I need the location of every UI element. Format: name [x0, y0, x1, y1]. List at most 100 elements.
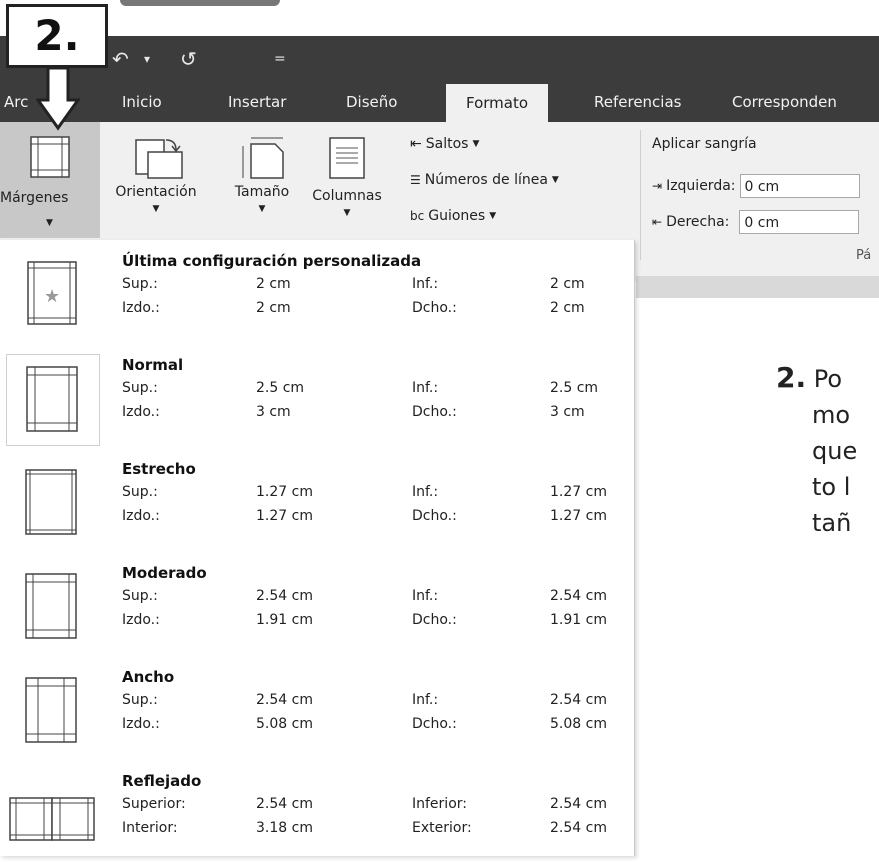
margin-option-custom[interactable]: ★ Última configuración personalizada Sup…: [0, 242, 634, 342]
indent-left-label: Izquierda:: [666, 178, 736, 194]
left-value: 3 cm: [256, 404, 291, 420]
undo-icon[interactable]: ↶: [112, 36, 129, 82]
option-title: Estrecho: [122, 460, 196, 478]
indent-right-row: ⇤ Derecha: 0 cm: [652, 210, 860, 234]
caption-line-2: mo: [812, 401, 851, 429]
chevron-down-icon: ▼: [152, 204, 160, 214]
top-value: 2.5 cm: [256, 380, 305, 396]
option-title: Última configuración personalizada: [122, 252, 422, 270]
redo-icon[interactable]: ↺: [180, 36, 197, 82]
bottom-label: Inf.:: [412, 380, 439, 396]
orientation-button[interactable]: Orientación ▼: [104, 134, 208, 214]
top-value: 2.54 cm: [256, 692, 313, 708]
right-value: 5.08 cm: [550, 716, 607, 732]
columns-button[interactable]: Columnas ▼: [304, 134, 390, 218]
indent-heading: Aplicar sangría: [652, 136, 757, 152]
size-button[interactable]: Tamaño ▼: [220, 134, 304, 214]
bottom-label: Inf.:: [412, 692, 439, 708]
indent-right-input[interactable]: 0 cm: [739, 210, 860, 234]
top-value: 2.54 cm: [256, 796, 313, 812]
option-title: Moderado: [122, 564, 207, 582]
undo-dropdown-icon[interactable]: ▾: [144, 36, 150, 82]
option-title: Reflejado: [122, 772, 202, 790]
svg-text:★: ★: [44, 286, 60, 307]
right-value: 2 cm: [550, 300, 585, 316]
bottom-value: 2.54 cm: [550, 692, 607, 708]
top-label: Superior:: [122, 796, 186, 812]
columns-icon: [329, 137, 365, 179]
inside-value: 3.18 cm: [256, 820, 313, 836]
outside-value: 2.54 cm: [550, 820, 607, 836]
ribbon-bottom-bar: [636, 276, 879, 298]
chevron-down-icon: ▼: [46, 218, 53, 228]
right-label: Dcho.:: [412, 404, 457, 420]
left-value: 2 cm: [256, 300, 291, 316]
top-value: 2 cm: [256, 276, 291, 292]
customize-quick-access-icon[interactable]: =: [274, 36, 286, 82]
left-value: 5.08 cm: [256, 716, 313, 732]
instruction-caption: 2. Po mo que to l tañ: [776, 360, 857, 541]
left-label: Izdo.:: [122, 508, 160, 524]
right-value: 1.91 cm: [550, 612, 607, 628]
breaks-button[interactable]: ⇤ Saltos ▼: [410, 136, 479, 152]
margins-dropdown: ★ Última configuración personalizada Sup…: [0, 240, 635, 856]
tab-insertar[interactable]: Insertar: [228, 82, 286, 122]
indent-left-input[interactable]: 0 cm: [739, 174, 860, 198]
margin-option-normal[interactable]: Normal Sup.: 2.5 cm Inf.: 2.5 cm Izdo.: …: [0, 346, 634, 446]
margins-button[interactable]: Márgenes ▼: [0, 122, 100, 238]
bottom-value: 2.5 cm: [550, 380, 599, 396]
top-value: 2.54 cm: [256, 588, 313, 604]
normal-margins-icon: [6, 354, 100, 446]
size-icon: [242, 137, 284, 179]
tab-diseno[interactable]: Diseño: [346, 82, 397, 122]
top-strip: [0, 0, 879, 36]
right-label: Dcho.:: [412, 508, 457, 524]
left-value: 1.91 cm: [256, 612, 313, 628]
tab-correspondencia[interactable]: Corresponden: [732, 82, 837, 122]
hyphenation-button[interactable]: bc Guiones ▼: [410, 208, 496, 224]
indent-left-icon: ⇥: [652, 179, 663, 193]
bottom-value: 2.54 cm: [550, 588, 607, 604]
indent-right-label: Derecha:: [666, 214, 730, 230]
indent-left-row: ⇥ Izquierda: 0 cm: [652, 174, 860, 198]
wide-margins-icon: [25, 677, 77, 743]
line-numbers-label: Números de línea: [424, 172, 548, 188]
tab-archivo[interactable]: Arc: [4, 82, 28, 122]
narrow-margins-icon: [25, 469, 77, 535]
top-label: Sup.:: [122, 588, 158, 604]
moderate-margins-icon: [25, 573, 77, 639]
size-label: Tamaño: [234, 184, 290, 200]
paragraph-group-label: Pá: [856, 248, 872, 263]
margins-icon: [30, 136, 70, 178]
chevron-down-icon: ▼: [343, 208, 351, 218]
top-label: Sup.:: [122, 692, 158, 708]
tab-inicio[interactable]: Inicio: [122, 82, 162, 122]
chevron-down-icon: ▼: [489, 211, 497, 221]
left-label: Izdo.:: [122, 404, 160, 420]
top-value: 1.27 cm: [256, 484, 313, 500]
hyphenation-label: Guiones: [428, 208, 486, 224]
caption-step-number: 2.: [776, 361, 807, 394]
chevron-down-icon: ▼: [551, 175, 559, 185]
right-value: 1.27 cm: [550, 508, 607, 524]
line-numbers-button[interactable]: ☰ Números de línea ▼: [410, 172, 559, 188]
option-title: Ancho: [122, 668, 175, 686]
tab-formato[interactable]: Formato: [446, 84, 549, 122]
top-label: Sup.:: [122, 380, 158, 396]
bottom-value: 2.54 cm: [550, 796, 607, 812]
margin-option-narrow[interactable]: Estrecho Sup.: 1.27 cm Inf.: 1.27 cm Izd…: [0, 450, 634, 550]
columns-label: Columnas: [312, 188, 382, 204]
caption-line-5: tañ: [812, 509, 852, 537]
margin-option-mirrored[interactable]: Reflejado Superior: 2.54 cm Inferior: 2.…: [0, 762, 634, 862]
mirrored-margins-icon: [9, 797, 95, 841]
margin-option-wide[interactable]: Ancho Sup.: 2.54 cm Inf.: 2.54 cm Izdo.:…: [0, 658, 634, 758]
tab-referencias[interactable]: Referencias: [594, 82, 681, 122]
title-bar: ↶ ▾ ↺ =: [0, 36, 879, 82]
outside-label: Exterior:: [412, 820, 472, 836]
bottom-label: Inf.:: [412, 588, 439, 604]
left-label: Izdo.:: [122, 300, 160, 316]
margin-option-moderate[interactable]: Moderado Sup.: 2.54 cm Inf.: 2.54 cm Izd…: [0, 554, 634, 654]
right-label: Dcho.:: [412, 612, 457, 628]
bottom-value: 2 cm: [550, 276, 585, 292]
caption-line-1: Po: [813, 365, 843, 393]
